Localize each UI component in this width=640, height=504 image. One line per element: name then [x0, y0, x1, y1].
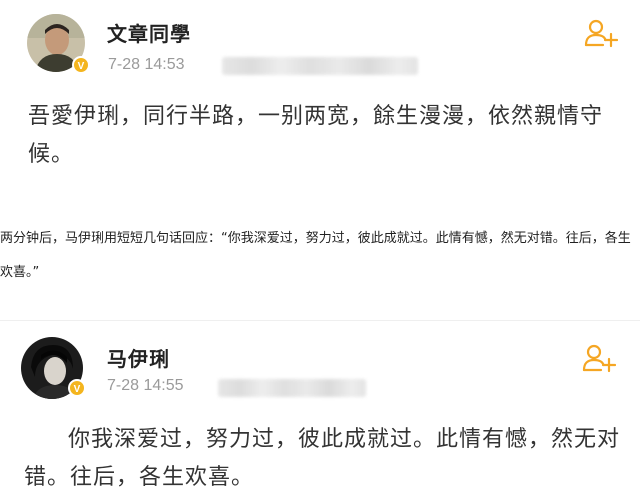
- add-user-icon[interactable]: [584, 18, 619, 48]
- weibo-post-mayili: V 马伊琍 7-28 14:55 你我深爱过，努力过，彼此成就过。此情有憾，然无…: [0, 320, 640, 504]
- post-text: 你我深爱过，努力过，彼此成就过。此情有憾，然无对错。往后，各生欢喜。: [24, 427, 621, 490]
- page: V 文章同學 7-28 14:53 吾愛伊琍，同行半路，一别两宽，餘生漫漫，依然…: [0, 0, 640, 504]
- verified-badge-icon: V: [68, 379, 86, 397]
- username[interactable]: 文章同學: [107, 18, 191, 47]
- article-paragraph: 两分钟后，马伊琍用短短几句话回应：“你我深爱过，努力过，彼此成就过。此情有憾，然…: [0, 231, 631, 280]
- blurred-source: [218, 379, 366, 397]
- post-time: 7-28 14:53: [108, 56, 185, 73]
- svg-text:V: V: [78, 61, 85, 72]
- weibo-post-wenzhang: V 文章同學 7-28 14:53 吾愛伊琍，同行半路，一别两宽，餘生漫漫，依然…: [0, 0, 640, 190]
- svg-text:V: V: [74, 384, 81, 395]
- username[interactable]: 马伊琍: [107, 343, 170, 372]
- verified-badge-icon: V: [72, 56, 90, 74]
- blurred-source: [222, 57, 418, 75]
- add-user-icon[interactable]: [582, 343, 617, 373]
- post-time: 7-28 14:55: [107, 377, 184, 394]
- post-text: 吾愛伊琍，同行半路，一别两宽，餘生漫漫，依然親情守候。: [28, 104, 604, 167]
